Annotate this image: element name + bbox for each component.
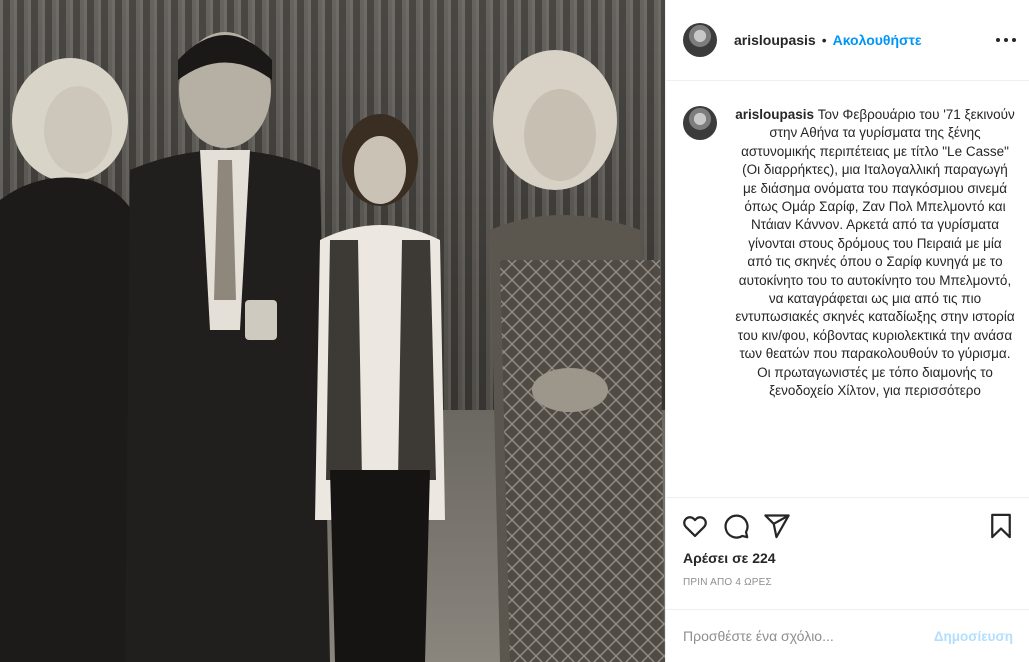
figure-woman-middle [315,114,445,662]
post-actions: Αρέσει σε 224 ΠΡΙΝ ΑΠΟ 4 ΩΡΕΣ [666,497,1029,609]
caption-scroll-area[interactable]: arisloupasis Τον Φεβρουάριο του '71 ξεκι… [666,82,1029,496]
instagram-post-modal: arisloupasis • Ακολουθήστε arisloupasis … [0,0,1029,662]
follow-button[interactable]: Ακολουθήστε [833,32,922,48]
comment-bar: Δημοσίευση [666,609,1029,662]
caption: arisloupasis Τον Φεβρουάριο του '71 ξεκι… [735,106,1015,401]
caption-body: Τον Φεβρουάριο του '71 ξεκινούν στην Αθή… [735,107,1015,399]
post-header: arisloupasis • Ακολουθήστε [666,0,1029,81]
comment-icon[interactable] [722,512,750,540]
share-icon[interactable] [763,512,791,540]
figure-woman-right [490,50,665,662]
comment-input[interactable] [683,628,934,644]
post-timestamp[interactable]: ΠΡΙΝ ΑΠΟ 4 ΩΡΕΣ [683,577,772,588]
header-username-link[interactable]: arisloupasis [734,32,816,48]
bookmark-icon[interactable] [987,512,1015,540]
post-comment-button[interactable]: Δημοσίευση [934,629,1013,644]
more-horizontal-icon[interactable] [996,30,1016,50]
heart-icon[interactable] [681,512,709,540]
avatar[interactable] [683,23,717,57]
figure-man [125,32,330,662]
likes-count[interactable]: Αρέσει σε 224 [683,550,776,566]
post-photo[interactable] [0,0,665,662]
caption-avatar[interactable] [683,106,717,140]
post-side-panel: arisloupasis • Ακολουθήστε arisloupasis … [665,0,1029,662]
header-separator: • [821,32,827,48]
photo-figures [0,32,665,662]
caption-username-link[interactable]: arisloupasis [735,107,814,122]
